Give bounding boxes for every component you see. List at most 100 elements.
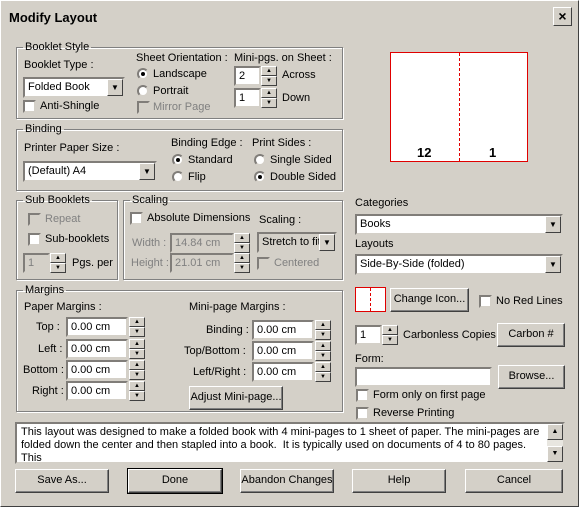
scroll-up-icon[interactable]: ▲ bbox=[547, 424, 563, 440]
spin-down-icon[interactable]: ▼ bbox=[315, 372, 331, 382]
right-input[interactable]: 0.00 cm bbox=[66, 381, 128, 401]
spin-up-icon[interactable]: ▲ bbox=[234, 233, 250, 243]
categories-value: Books bbox=[360, 218, 391, 230]
browse-button[interactable]: Browse... bbox=[498, 365, 565, 389]
across-spinner[interactable]: ▲ ▼ bbox=[261, 66, 277, 86]
spin-down-icon[interactable]: ▼ bbox=[129, 327, 145, 337]
spin-up-icon[interactable]: ▲ bbox=[50, 253, 66, 263]
mirror-page-checkbox[interactable] bbox=[137, 101, 150, 114]
no-red-lines-checkbox[interactable] bbox=[479, 295, 492, 308]
spin-down-icon[interactable]: ▼ bbox=[129, 349, 145, 359]
chevron-down-icon[interactable]: ▼ bbox=[545, 216, 561, 233]
height-spinner[interactable]: ▲ ▼ bbox=[234, 253, 250, 273]
leftright-input[interactable]: 0.00 cm bbox=[252, 362, 314, 382]
bottom-input[interactable]: 0.00 cm bbox=[66, 360, 128, 380]
anti-shingle-checkbox[interactable] bbox=[23, 100, 36, 113]
sub-booklets-checkbox[interactable] bbox=[28, 233, 41, 246]
spin-up-icon[interactable]: ▲ bbox=[129, 317, 145, 327]
spin-down-icon[interactable]: ▼ bbox=[234, 243, 250, 253]
window-title: Modify Layout bbox=[9, 10, 98, 25]
topbottom-spinner[interactable]: ▲ ▼ bbox=[315, 341, 331, 361]
spin-down-icon[interactable]: ▼ bbox=[234, 263, 250, 273]
booklet-type-select[interactable]: Folded Book ▼ bbox=[23, 77, 125, 98]
close-button[interactable]: × bbox=[553, 7, 572, 26]
binding-margin-spinner[interactable]: ▲ ▼ bbox=[315, 320, 331, 340]
spin-up-icon[interactable]: ▲ bbox=[129, 360, 145, 370]
chevron-down-icon[interactable]: ▼ bbox=[545, 256, 561, 273]
chevron-down-icon[interactable]: ▼ bbox=[319, 234, 335, 251]
spin-up-icon[interactable]: ▲ bbox=[261, 88, 277, 98]
width-spinner[interactable]: ▲ ▼ bbox=[234, 233, 250, 253]
carbonless-spinner[interactable]: ▲ ▼ bbox=[382, 325, 398, 345]
top-spinner[interactable]: ▲ ▼ bbox=[129, 317, 145, 337]
done-button[interactable]: Done bbox=[127, 468, 223, 494]
pgs-per-input[interactable]: 1 bbox=[23, 253, 50, 273]
leftright-spinner[interactable]: ▲ ▼ bbox=[315, 362, 331, 382]
spin-up-icon[interactable]: ▲ bbox=[315, 362, 331, 372]
spin-up-icon[interactable]: ▲ bbox=[129, 339, 145, 349]
spin-down-icon[interactable]: ▼ bbox=[261, 76, 277, 86]
change-icon-button[interactable]: Change Icon... bbox=[390, 288, 469, 312]
paper-size-label: Printer Paper Size : bbox=[24, 142, 120, 154]
chevron-down-icon[interactable]: ▼ bbox=[139, 163, 155, 180]
cancel-button[interactable]: Cancel bbox=[465, 469, 563, 493]
form-first-page-checkbox[interactable] bbox=[356, 389, 369, 402]
form-input[interactable] bbox=[355, 367, 492, 387]
carbonless-copies-input[interactable]: 1 bbox=[355, 325, 382, 345]
across-input[interactable]: 2 bbox=[234, 66, 261, 86]
reverse-printing-checkbox[interactable] bbox=[356, 407, 369, 420]
carbon-number-button[interactable]: Carbon # bbox=[497, 323, 565, 347]
spin-down-icon[interactable]: ▼ bbox=[50, 263, 66, 273]
chevron-down-icon[interactable]: ▼ bbox=[107, 79, 123, 96]
single-sided-radio[interactable] bbox=[254, 154, 266, 166]
height-input[interactable]: 21.01 cm bbox=[170, 253, 234, 273]
save-as-button[interactable]: Save As... bbox=[15, 469, 109, 493]
spin-up-icon[interactable]: ▲ bbox=[129, 381, 145, 391]
abandon-changes-button[interactable]: Abandon Changes bbox=[240, 469, 334, 493]
categories-select[interactable]: Books ▼ bbox=[355, 214, 563, 235]
adjust-minipage-button[interactable]: Adjust Mini-page... bbox=[189, 386, 283, 410]
top-label: Top : bbox=[36, 321, 60, 333]
layouts-select[interactable]: Side-By-Side (folded) ▼ bbox=[355, 254, 563, 275]
standard-radio[interactable] bbox=[172, 154, 184, 166]
landscape-label: Landscape bbox=[153, 68, 207, 80]
double-sided-radio[interactable] bbox=[254, 171, 266, 183]
spin-up-icon[interactable]: ▲ bbox=[315, 320, 331, 330]
spin-down-icon[interactable]: ▼ bbox=[315, 351, 331, 361]
description-scrollbar[interactable]: ▲ ▼ bbox=[547, 424, 563, 462]
portrait-radio[interactable] bbox=[137, 85, 149, 97]
layout-description[interactable]: This layout was designed to make a folde… bbox=[15, 422, 565, 464]
help-button[interactable]: Help bbox=[352, 469, 446, 493]
down-spinner[interactable]: ▲ ▼ bbox=[261, 88, 277, 108]
spin-down-icon[interactable]: ▼ bbox=[261, 98, 277, 108]
width-input[interactable]: 14.84 cm bbox=[170, 233, 234, 253]
scaling-select[interactable]: Stretch to fit ▼ bbox=[257, 232, 337, 253]
spin-up-icon[interactable]: ▲ bbox=[382, 325, 398, 335]
spin-up-icon[interactable]: ▲ bbox=[315, 341, 331, 351]
flip-radio[interactable] bbox=[172, 171, 184, 183]
pgs-per-spinner[interactable]: ▲ ▼ bbox=[50, 253, 66, 273]
spin-up-icon[interactable]: ▲ bbox=[234, 253, 250, 263]
spin-down-icon[interactable]: ▼ bbox=[129, 370, 145, 380]
left-input[interactable]: 0.00 cm bbox=[66, 339, 128, 359]
bottom-spinner[interactable]: ▲ ▼ bbox=[129, 360, 145, 380]
landscape-radio[interactable] bbox=[137, 68, 149, 80]
spin-down-icon[interactable]: ▼ bbox=[129, 391, 145, 401]
topbottom-input[interactable]: 0.00 cm bbox=[252, 341, 314, 361]
paper-size-select[interactable]: (Default) A4 ▼ bbox=[23, 161, 157, 182]
centered-checkbox[interactable] bbox=[257, 257, 270, 270]
spin-down-icon[interactable]: ▼ bbox=[382, 335, 398, 345]
down-label: Down bbox=[282, 92, 311, 104]
spin-up-icon[interactable]: ▲ bbox=[261, 66, 277, 76]
binding-edge-label: Binding Edge : bbox=[171, 137, 243, 149]
absolute-dimensions-checkbox[interactable] bbox=[130, 212, 143, 225]
down-input[interactable]: 1 bbox=[234, 88, 261, 108]
binding-margin-input[interactable]: 0.00 cm bbox=[252, 320, 314, 340]
booklet-style-legend: Booklet Style bbox=[25, 41, 90, 53]
spin-down-icon[interactable]: ▼ bbox=[315, 330, 331, 340]
scroll-down-icon[interactable]: ▼ bbox=[547, 446, 563, 462]
top-input[interactable]: 0.00 cm bbox=[66, 317, 128, 337]
repeat-checkbox[interactable] bbox=[28, 213, 41, 226]
left-spinner[interactable]: ▲ ▼ bbox=[129, 339, 145, 359]
right-spinner[interactable]: ▲ ▼ bbox=[129, 381, 145, 401]
